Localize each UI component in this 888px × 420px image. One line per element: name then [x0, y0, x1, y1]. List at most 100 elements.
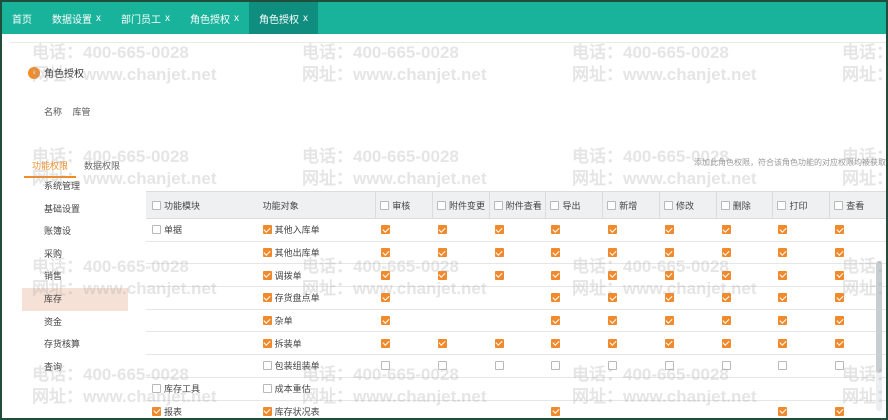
permission-checkbox[interactable]: [608, 316, 618, 326]
permission-checkbox[interactable]: [664, 338, 674, 348]
permission-checkbox[interactable]: [778, 361, 788, 371]
category-item[interactable]: 资金: [22, 311, 128, 334]
permission-checkbox[interactable]: [721, 338, 731, 348]
permission-checkbox[interactable]: [664, 293, 674, 303]
object-checkbox[interactable]: [262, 293, 272, 303]
tab-item[interactable]: 部门员工 x: [111, 2, 180, 34]
header-permission-checkbox[interactable]: [550, 200, 560, 210]
header-permission-checkbox[interactable]: [777, 200, 787, 210]
permission-checkbox[interactable]: [664, 361, 674, 371]
permission-checkbox[interactable]: [721, 293, 731, 303]
permission-checkbox[interactable]: [381, 225, 391, 235]
permission-checkbox[interactable]: [721, 316, 731, 326]
permission-checkbox[interactable]: [551, 270, 561, 280]
permission-checkbox[interactable]: [778, 338, 788, 348]
permission-checkbox[interactable]: [608, 293, 618, 303]
object-checkbox[interactable]: [262, 406, 272, 416]
permission-checkbox[interactable]: [835, 316, 845, 326]
permission-checkbox[interactable]: [664, 248, 674, 258]
permission-checkbox[interactable]: [608, 270, 618, 280]
tab-item[interactable]: 角色授权 x: [180, 2, 249, 34]
header-permission-checkbox[interactable]: [834, 200, 844, 210]
header-permission-checkbox[interactable]: [436, 200, 446, 210]
permission-checkbox[interactable]: [664, 316, 674, 326]
permission-checkbox[interactable]: [721, 225, 731, 235]
category-item[interactable]: 账簿设: [22, 220, 128, 243]
permission-checkbox[interactable]: [381, 270, 391, 280]
permission-checkbox[interactable]: [551, 316, 561, 326]
permission-checkbox[interactable]: [551, 338, 561, 348]
permission-checkbox[interactable]: [551, 406, 561, 416]
vertical-scrollbar[interactable]: [876, 261, 882, 411]
scrollbar-thumb[interactable]: [876, 261, 882, 373]
header-permission-checkbox[interactable]: [720, 200, 730, 210]
permission-checkbox[interactable]: [381, 361, 391, 371]
permission-checkbox[interactable]: [551, 361, 561, 371]
permission-checkbox[interactable]: [381, 316, 391, 326]
permission-checkbox[interactable]: [437, 361, 447, 371]
object-checkbox[interactable]: [262, 248, 272, 258]
permission-checkbox[interactable]: [551, 248, 561, 258]
object-checkbox[interactable]: [262, 270, 272, 280]
tab-item[interactable]: 角色授权 x: [249, 2, 318, 34]
category-item[interactable]: 销售: [22, 265, 128, 288]
header-permission-checkbox[interactable]: [663, 200, 673, 210]
permission-checkbox[interactable]: [608, 338, 618, 348]
permission-checkbox[interactable]: [494, 248, 504, 258]
category-item[interactable]: 存货核算: [22, 333, 128, 356]
permission-checkbox[interactable]: [551, 293, 561, 303]
permission-checkbox[interactable]: [778, 248, 788, 258]
object-checkbox[interactable]: [262, 225, 272, 235]
permission-checkbox[interactable]: [381, 338, 391, 348]
category-item[interactable]: 系统管理: [22, 175, 128, 198]
permission-checkbox[interactable]: [381, 293, 391, 303]
permission-checkbox[interactable]: [437, 270, 447, 280]
permission-checkbox[interactable]: [835, 248, 845, 258]
permission-checkbox[interactable]: [494, 361, 504, 371]
object-checkbox[interactable]: [262, 316, 272, 326]
permission-checkbox[interactable]: [778, 293, 788, 303]
permission-checkbox[interactable]: [721, 248, 731, 258]
header-permission-checkbox[interactable]: [380, 200, 390, 210]
permission-checkbox[interactable]: [835, 361, 845, 371]
permission-checkbox[interactable]: [494, 225, 504, 235]
permission-checkbox[interactable]: [437, 338, 447, 348]
permission-checkbox[interactable]: [721, 270, 731, 280]
permission-checkbox[interactable]: [494, 338, 504, 348]
header-permission-checkbox[interactable]: [607, 200, 617, 210]
module-checkbox[interactable]: [152, 384, 161, 394]
permission-checkbox[interactable]: [778, 406, 788, 416]
tab-item[interactable]: 首页: [2, 2, 42, 34]
permission-checkbox[interactable]: [835, 270, 845, 280]
permission-checkbox[interactable]: [437, 225, 447, 235]
permission-checkbox[interactable]: [778, 225, 788, 235]
object-checkbox[interactable]: [262, 361, 272, 371]
permission-checkbox[interactable]: [381, 248, 391, 258]
module-checkbox[interactable]: [152, 225, 161, 235]
permission-checkbox[interactable]: [608, 248, 618, 258]
permission-checkbox[interactable]: [721, 361, 731, 371]
close-icon[interactable]: x: [165, 13, 170, 24]
permission-checkbox[interactable]: [835, 225, 845, 235]
module-checkbox[interactable]: [152, 406, 161, 416]
select-all-checkbox[interactable]: [152, 200, 161, 210]
tab-item[interactable]: 数据设置 x: [42, 2, 111, 34]
permission-checkbox[interactable]: [608, 361, 618, 371]
permission-checkbox[interactable]: [778, 270, 788, 280]
permission-checkbox[interactable]: [494, 270, 504, 280]
permission-checkbox[interactable]: [437, 248, 447, 258]
object-checkbox[interactable]: [262, 338, 272, 348]
permission-checkbox[interactable]: [608, 225, 618, 235]
permission-checkbox[interactable]: [778, 316, 788, 326]
close-icon[interactable]: x: [96, 13, 101, 24]
object-checkbox[interactable]: [262, 384, 272, 394]
category-item[interactable]: 查询: [22, 356, 128, 379]
category-item[interactable]: 采购: [22, 243, 128, 266]
close-icon[interactable]: x: [303, 13, 308, 24]
permission-checkbox[interactable]: [664, 225, 674, 235]
permission-checkbox[interactable]: [835, 406, 845, 416]
category-item[interactable]: 库存: [22, 287, 128, 311]
category-item[interactable]: 基础设置: [22, 198, 128, 221]
permission-checkbox[interactable]: [664, 270, 674, 280]
permission-checkbox[interactable]: [835, 293, 845, 303]
